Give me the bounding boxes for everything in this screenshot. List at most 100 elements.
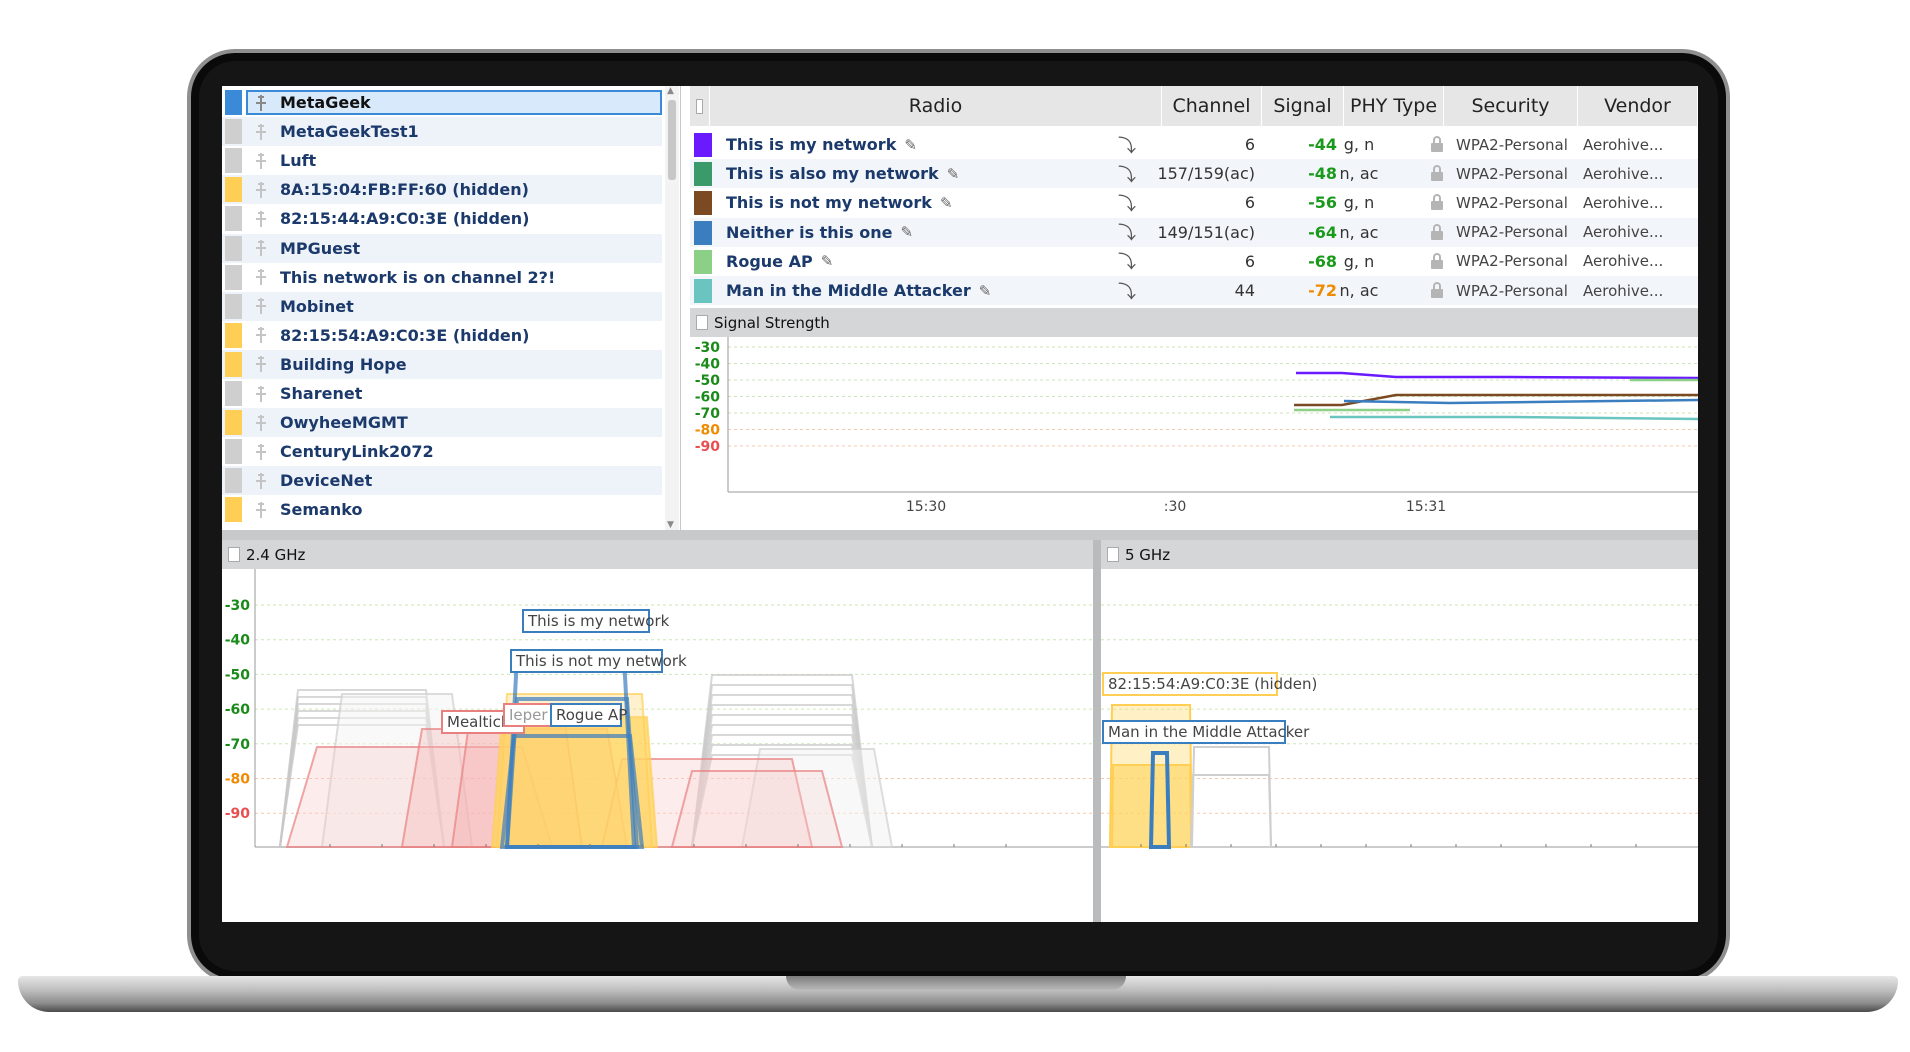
doc-icon [696,315,708,330]
list-item[interactable]: 82:15:54:A9:C0:3E (hidden) [222,321,662,350]
network-color-swatch [225,206,242,232]
pin-icon[interactable] [254,122,268,142]
pencil-icon[interactable]: ✎ [940,194,953,212]
network-name: Luft [280,151,317,171]
list-item[interactable]: MetaGeekTest1 [222,117,662,147]
scroll-down-icon[interactable]: ▼ [667,520,674,530]
vertical-splitter[interactable] [1093,540,1101,922]
channel-shape[interactable] [1189,774,1273,848]
col-phy[interactable]: PHY Type [1344,86,1444,126]
pencil-icon[interactable]: ✎ [904,136,917,154]
pin-icon[interactable] [254,413,268,433]
horizontal-splitter[interactable] [222,530,1698,540]
hop-arrow-icon: ⤵ [1118,223,1136,245]
network-color-swatch [225,497,242,523]
radio-name-cell: This is also my network ✎ [726,159,959,188]
y-tick-label: -40 [225,633,251,649]
list-item[interactable]: This network is on channel 2?! [222,263,662,292]
pencil-icon[interactable]: ✎ [901,223,914,241]
list-item[interactable]: Semanko [222,495,662,524]
pin-icon[interactable] [254,442,268,462]
y-tick-label: -70 [695,406,721,422]
lock-icon [1430,194,1444,211]
vendor-cell: Aerohive... [1583,281,1664,300]
pin-icon[interactable] [254,354,268,374]
table-row[interactable]: This is not my network ✎ ⤵ 6 -56 g, n WPA2-Per… [690,188,1698,217]
list-item[interactable]: DeviceNet [222,466,662,496]
radio-name: This is my network [726,135,897,154]
pin-icon[interactable] [254,384,268,404]
col-radio[interactable]: Radio [710,86,1162,126]
pin-icon[interactable] [254,296,268,316]
col-security[interactable]: Security [1444,86,1578,126]
list-item[interactable]: Sharenet [222,379,662,408]
laptop-notch [786,976,1126,990]
radio-color-swatch [694,249,712,274]
channel-cell: 157/159(ac) [1157,164,1255,184]
network-name: Mobinet [280,296,354,316]
y-tick-label: -30 [225,598,251,614]
network-color-swatch [225,148,242,174]
pencil-icon[interactable]: ✎ [979,282,992,300]
table-row[interactable]: Rogue AP ✎ ⤵ 6 -68 g, n WPA2-Personal Aerohive.… [690,247,1698,276]
radio-name-cell: Neither is this one ✎ [726,218,913,247]
table-row[interactable]: This is also my network ✎ ⤵ 157/159(ac) -48 n… [690,159,1698,189]
list-scrollbar[interactable]: ▲ ▼ [665,86,679,530]
security-cell: WPA2-Personal [1456,135,1568,154]
band-24-chart: -30 -40 -50 -60 -70 -80 -90 Mealtick Ieper This i… [225,569,1093,849]
pin-icon[interactable] [254,180,268,200]
pin-icon[interactable] [254,325,268,345]
list-item[interactable]: CenturyLink2072 [222,437,662,466]
radio-color-swatch [694,162,712,187]
network-label: Man in the Middle Attacker [1108,723,1310,741]
network-label: Mealtick [447,713,510,731]
list-item[interactable]: MPGuest [222,233,662,263]
channel-shape[interactable] [1190,746,1273,848]
y-tick-label: -80 [695,423,721,439]
phy-cell: n, ac [1339,222,1379,242]
pin-icon[interactable] [254,238,268,258]
network-name: MPGuest [280,238,361,258]
network-color-swatch [225,90,242,115]
list-item[interactable]: Mobinet [222,291,662,321]
col-vendor[interactable]: Vendor [1578,86,1698,126]
channel-shape[interactable] [670,770,844,848]
y-tick-label: -60 [225,702,251,718]
security-cell: WPA2-Personal [1456,252,1568,271]
pin-icon[interactable] [254,500,268,520]
pin-icon[interactable] [254,151,268,171]
list-item[interactable]: Building Hope [222,349,662,379]
pin-icon[interactable] [254,209,268,229]
pin-icon[interactable] [254,471,268,491]
list-item[interactable]: Luft [222,146,662,175]
lock-icon [1430,165,1444,182]
pin-icon[interactable] [254,267,268,287]
pencil-icon[interactable]: ✎ [947,165,960,183]
list-item[interactable]: MetaGeek [222,88,662,117]
table-row[interactable]: This is my network ✎ ⤵ 6 -44 g, n WPA2-Persona… [690,130,1698,159]
pin-icon[interactable] [254,93,268,113]
doc-icon [1107,547,1119,562]
list-item[interactable]: 8A:15:04:FB:FF:60 (hidden) [222,175,662,205]
signal-strength-title: Signal Strength [714,313,830,332]
scrollbar-thumb[interactable] [668,100,676,180]
radio-name: This is not my network [726,193,932,213]
y-tick-label: -30 [695,340,721,356]
col-channel[interactable]: Channel [1162,86,1262,126]
doc-icon [228,547,240,562]
network-color-swatch [225,264,242,290]
table-row[interactable]: Neither is this one ✎ ⤵ 149/151(ac) -64 n, ac… [690,217,1698,247]
list-item[interactable]: 82:15:44:A9:C0:3E (hidden) [222,204,662,233]
scroll-up-icon[interactable]: ▲ [667,86,674,96]
y-tick-label: -50 [225,667,251,683]
network-name: MetaGeekTest1 [280,122,419,142]
list-item[interactable]: OwyheeMGMT [222,408,662,438]
y-tick-label: -90 [695,439,721,455]
table-row[interactable]: Man in the Middle Attacker ✎ ⤵ 44 -72 n, ac WP… [690,276,1698,305]
col-signal[interactable]: Signal [1262,86,1344,126]
radio-color-swatch [694,220,712,245]
y-tick-label: -60 [695,390,721,406]
network-name: MetaGeek [280,93,371,112]
pencil-icon[interactable]: ✎ [821,252,834,270]
network-color-swatch [225,235,242,261]
